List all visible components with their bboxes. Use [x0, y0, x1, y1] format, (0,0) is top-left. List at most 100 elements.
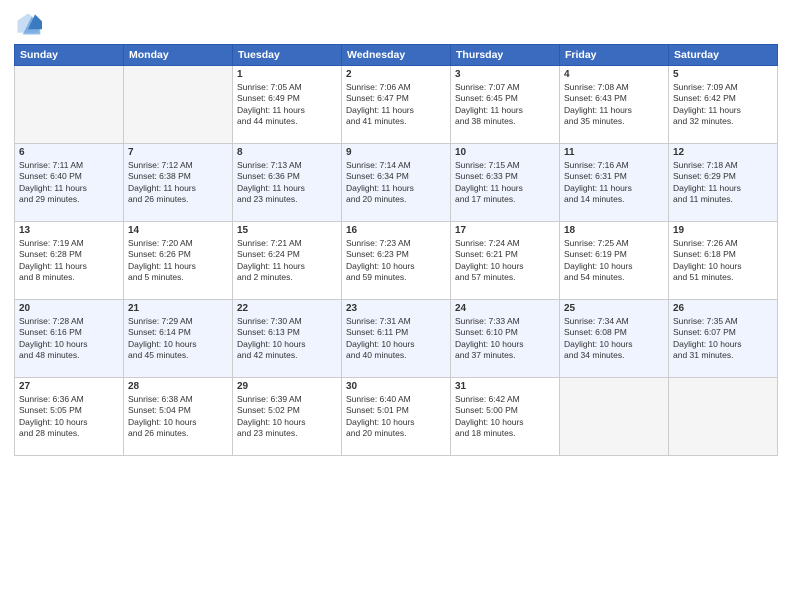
day-info: Sunrise: 6:38 AM Sunset: 5:04 PM Dayligh…: [128, 394, 228, 440]
calendar-cell: 26Sunrise: 7:35 AM Sunset: 6:07 PM Dayli…: [669, 300, 778, 378]
day-number: 3: [455, 69, 555, 80]
weekday-header-monday: Monday: [124, 45, 233, 66]
day-info: Sunrise: 7:08 AM Sunset: 6:43 PM Dayligh…: [564, 82, 664, 128]
day-info: Sunrise: 7:12 AM Sunset: 6:38 PM Dayligh…: [128, 160, 228, 206]
calendar-cell: [15, 66, 124, 144]
calendar-cell: 10 Sunrise: 7:15 AM Sunset: 6:33 PM Dayli…: [451, 144, 560, 222]
day-number: 20: [19, 303, 119, 314]
day-number: 25: [564, 303, 664, 314]
calendar-cell: 3 Sunrise: 7:07 AM Sunset: 6:45 PM Daylig…: [451, 66, 560, 144]
weekday-header-tuesday: Tuesday: [233, 45, 342, 66]
calendar-cell: 19 Sunrise: 7:26 AM Sunset: 6:18 PM Dayli…: [669, 222, 778, 300]
day-number: 7: [128, 147, 228, 158]
day-info: Sunrise: 7:05 AM Sunset: 6:49 PM Dayligh…: [237, 82, 337, 128]
day-info: Sunrise: 7:19 AM Sunset: 6:28 PM Dayligh…: [19, 238, 119, 284]
page: SundayMondayTuesdayWednesdayThursdayFrid…: [0, 0, 792, 612]
calendar-cell: 18Sunrise: 7:25 AM Sunset: 6:19 PM Dayli…: [560, 222, 669, 300]
day-info: Sunrise: 7:09 AM Sunset: 6:42 PM Dayligh…: [673, 82, 773, 128]
calendar-week-row: 13 Sunrise: 7:19 AM Sunset: 6:28 PM Dayli…: [15, 222, 778, 300]
day-number: 30: [346, 381, 446, 392]
day-number: 13: [19, 225, 119, 236]
calendar-cell: 17 Sunrise: 7:24 AM Sunset: 6:21 PM Dayli…: [451, 222, 560, 300]
day-info: Sunrise: 7:07 AM Sunset: 6:45 PM Dayligh…: [455, 82, 555, 128]
weekday-header-thursday: Thursday: [451, 45, 560, 66]
weekday-header-row: SundayMondayTuesdayWednesdayThursdayFrid…: [15, 45, 778, 66]
day-info: Sunrise: 7:13 AM Sunset: 6:36 PM Dayligh…: [237, 160, 337, 206]
header: [14, 10, 778, 38]
day-number: 1: [237, 69, 337, 80]
calendar-cell: 5 Sunrise: 7:09 AM Sunset: 6:42 PM Daylig…: [669, 66, 778, 144]
day-info: Sunrise: 7:26 AM Sunset: 6:18 PM Dayligh…: [673, 238, 773, 284]
calendar-week-row: 20 Sunrise: 7:28 AM Sunset: 6:16 PM Dayli…: [15, 300, 778, 378]
day-number: 10: [455, 147, 555, 158]
calendar-cell: 25 Sunrise: 7:34 AM Sunset: 6:08 PM Dayli…: [560, 300, 669, 378]
day-number: 5: [673, 69, 773, 80]
calendar-cell: 15 Sunrise: 7:21 AM Sunset: 6:24 PM Dayli…: [233, 222, 342, 300]
calendar-cell: 16Sunrise: 7:23 AM Sunset: 6:23 PM Dayli…: [342, 222, 451, 300]
calendar-cell: 4 Sunrise: 7:08 AM Sunset: 6:43 PM Daylig…: [560, 66, 669, 144]
calendar-cell: 2Sunrise: 7:06 AM Sunset: 6:47 PM Daylig…: [342, 66, 451, 144]
day-info: Sunrise: 7:33 AM Sunset: 6:10 PM Dayligh…: [455, 316, 555, 362]
day-info: Sunrise: 6:36 AM Sunset: 5:05 PM Dayligh…: [19, 394, 119, 440]
calendar-cell: [669, 378, 778, 456]
day-number: 17: [455, 225, 555, 236]
day-info: Sunrise: 7:24 AM Sunset: 6:21 PM Dayligh…: [455, 238, 555, 284]
day-number: 14: [128, 225, 228, 236]
calendar-cell: 23Sunrise: 7:31 AM Sunset: 6:11 PM Dayli…: [342, 300, 451, 378]
calendar-week-row: 6 Sunrise: 7:11 AM Sunset: 6:40 PM Daylig…: [15, 144, 778, 222]
calendar-cell: 31 Sunrise: 6:42 AM Sunset: 5:00 PM Dayli…: [451, 378, 560, 456]
day-number: 27: [19, 381, 119, 392]
day-number: 21: [128, 303, 228, 314]
weekday-header-sunday: Sunday: [15, 45, 124, 66]
day-number: 8: [237, 147, 337, 158]
day-info: Sunrise: 7:18 AM Sunset: 6:29 PM Dayligh…: [673, 160, 773, 206]
calendar-cell: 13 Sunrise: 7:19 AM Sunset: 6:28 PM Dayli…: [15, 222, 124, 300]
day-number: 28: [128, 381, 228, 392]
calendar-cell: 30 Sunrise: 6:40 AM Sunset: 5:01 PM Dayli…: [342, 378, 451, 456]
day-info: Sunrise: 7:31 AM Sunset: 6:11 PM Dayligh…: [346, 316, 446, 362]
day-number: 2: [346, 69, 446, 80]
calendar-cell: 11 Sunrise: 7:16 AM Sunset: 6:31 PM Dayli…: [560, 144, 669, 222]
calendar-cell: 21Sunrise: 7:29 AM Sunset: 6:14 PM Dayli…: [124, 300, 233, 378]
day-info: Sunrise: 7:25 AM Sunset: 6:19 PM Dayligh…: [564, 238, 664, 284]
calendar-cell: 12Sunrise: 7:18 AM Sunset: 6:29 PM Dayli…: [669, 144, 778, 222]
day-number: 4: [564, 69, 664, 80]
day-number: 29: [237, 381, 337, 392]
weekday-header-saturday: Saturday: [669, 45, 778, 66]
day-info: Sunrise: 7:14 AM Sunset: 6:34 PM Dayligh…: [346, 160, 446, 206]
day-number: 9: [346, 147, 446, 158]
calendar-cell: 27 Sunrise: 6:36 AM Sunset: 5:05 PM Dayli…: [15, 378, 124, 456]
calendar-cell: 24Sunrise: 7:33 AM Sunset: 6:10 PM Dayli…: [451, 300, 560, 378]
day-number: 11: [564, 147, 664, 158]
calendar-cell: 22Sunrise: 7:30 AM Sunset: 6:13 PM Dayli…: [233, 300, 342, 378]
calendar-week-row: 27 Sunrise: 6:36 AM Sunset: 5:05 PM Dayli…: [15, 378, 778, 456]
day-number: 19: [673, 225, 773, 236]
day-info: Sunrise: 7:34 AM Sunset: 6:08 PM Dayligh…: [564, 316, 664, 362]
day-info: Sunrise: 7:30 AM Sunset: 6:13 PM Dayligh…: [237, 316, 337, 362]
calendar-cell: 6 Sunrise: 7:11 AM Sunset: 6:40 PM Daylig…: [15, 144, 124, 222]
day-info: Sunrise: 7:28 AM Sunset: 6:16 PM Dayligh…: [19, 316, 119, 362]
day-number: 15: [237, 225, 337, 236]
day-info: Sunrise: 6:40 AM Sunset: 5:01 PM Dayligh…: [346, 394, 446, 440]
day-number: 6: [19, 147, 119, 158]
calendar-cell: 1 Sunrise: 7:05 AM Sunset: 6:49 PM Daylig…: [233, 66, 342, 144]
calendar-cell: 14 Sunrise: 7:20 AM Sunset: 6:26 PM Dayli…: [124, 222, 233, 300]
calendar-cell: 20 Sunrise: 7:28 AM Sunset: 6:16 PM Dayli…: [15, 300, 124, 378]
calendar-cell: 9 Sunrise: 7:14 AM Sunset: 6:34 PM Daylig…: [342, 144, 451, 222]
day-info: Sunrise: 7:23 AM Sunset: 6:23 PM Dayligh…: [346, 238, 446, 284]
day-number: 31: [455, 381, 555, 392]
day-info: Sunrise: 7:21 AM Sunset: 6:24 PM Dayligh…: [237, 238, 337, 284]
day-info: Sunrise: 7:20 AM Sunset: 6:26 PM Dayligh…: [128, 238, 228, 284]
calendar-cell: [124, 66, 233, 144]
calendar-cell: [560, 378, 669, 456]
day-info: Sunrise: 7:16 AM Sunset: 6:31 PM Dayligh…: [564, 160, 664, 206]
weekday-header-friday: Friday: [560, 45, 669, 66]
day-info: Sunrise: 7:11 AM Sunset: 6:40 PM Dayligh…: [19, 160, 119, 206]
calendar-cell: 8 Sunrise: 7:13 AM Sunset: 6:36 PM Daylig…: [233, 144, 342, 222]
calendar-cell: 7 Sunrise: 7:12 AM Sunset: 6:38 PM Daylig…: [124, 144, 233, 222]
day-info: Sunrise: 7:15 AM Sunset: 6:33 PM Dayligh…: [455, 160, 555, 206]
calendar-table: SundayMondayTuesdayWednesdayThursdayFrid…: [14, 44, 778, 456]
day-info: Sunrise: 6:39 AM Sunset: 5:02 PM Dayligh…: [237, 394, 337, 440]
logo: [14, 10, 46, 38]
day-info: Sunrise: 6:42 AM Sunset: 5:00 PM Dayligh…: [455, 394, 555, 440]
